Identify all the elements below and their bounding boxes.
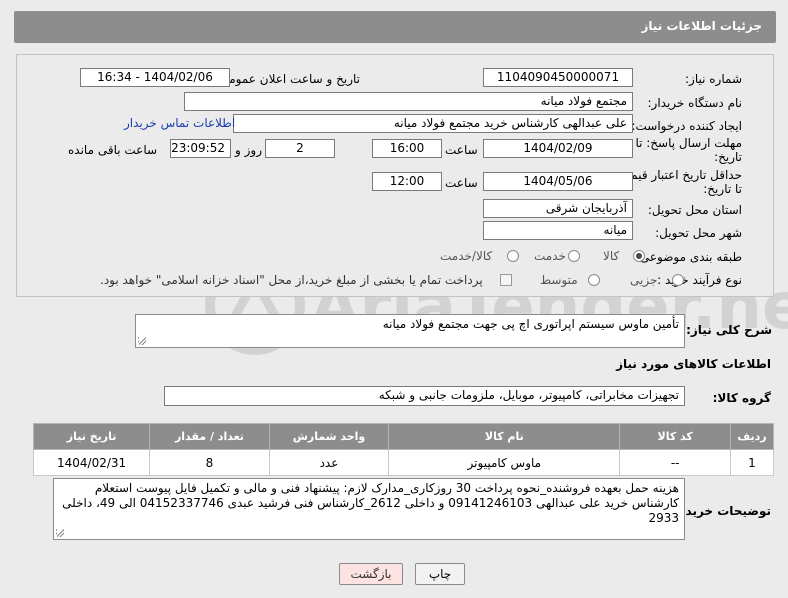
items-table: ردیف کد کالا نام کالا واحد شمارش تعداد /… <box>32 423 775 476</box>
reply-deadline-label-2: تاریخ: <box>714 150 742 164</box>
buyer-notes-textarea[interactable]: هزینه حمل بعهده فروشنده_نحوه پرداخت 30 ر… <box>53 478 685 540</box>
col-header-quantity: تعداد / مقدار <box>149 423 270 450</box>
process-radio-medium[interactable] <box>588 274 600 286</box>
contact-info-link[interactable]: اطلاعات تماس خریدار <box>124 116 235 130</box>
cell-row-num: 1 <box>729 449 775 476</box>
price-validity-label: حداقل تاریخ اعتبار قیمت: <box>615 168 742 182</box>
price-time-label: ساعت <box>445 176 478 190</box>
province-label: استان محل تحویل: <box>647 203 742 217</box>
need-number-field[interactable]: 1104090450000071 <box>483 68 633 87</box>
city-field[interactable]: میانه <box>483 221 633 240</box>
description-label: شرح کلی نیاز: <box>686 323 772 337</box>
price-validity-label-2: تا تاریخ: <box>703 182 742 196</box>
price-date-field[interactable]: 1404/05/06 <box>483 172 633 191</box>
goods-group-field[interactable]: تجهیزات مخابراتی، کامپیوتر، موبایل، ملزو… <box>164 386 685 406</box>
category-radio-goods-service[interactable] <box>507 250 519 262</box>
category-radio-service[interactable] <box>568 250 580 262</box>
payment-note: پرداخت تمام یا بخشی از مبلغ خرید،از محل … <box>100 273 483 287</box>
table-row[interactable]: 1 -- ماوس کامپیوتر عدد 8 1404/02/31 <box>32 449 775 476</box>
city-label: شهر محل تحویل: <box>655 226 742 240</box>
category-label: طبقه بندی موضوعی: <box>635 250 742 264</box>
col-header-unit: واحد شمارش <box>268 423 390 450</box>
cell-name: ماوس کامپیوتر <box>388 449 621 476</box>
requester-field[interactable]: علی عبدالهی کارشناس خرید مجتمع فولاد میا… <box>233 114 633 133</box>
reply-time-field[interactable]: 16:00 <box>372 139 442 158</box>
process-label: نوع فرآیند خرید : <box>657 273 742 287</box>
cell-unit: عدد <box>268 449 390 476</box>
reply-date-field[interactable]: 1404/02/09 <box>483 139 633 158</box>
province-field[interactable]: آذربایجان شرقی <box>483 199 633 218</box>
goods-section-title: اطلاعات کالاهای مورد نیاز <box>616 357 771 371</box>
requester-label: ایجاد کننده درخواست: <box>631 119 742 133</box>
announce-field[interactable]: 1404/02/06 - 16:34 <box>80 68 230 87</box>
back-button[interactable]: بازگشت <box>339 563 403 585</box>
description-text: تأمین ماوس سیستم اپراتوری اچ پی جهت مجتم… <box>382 317 679 331</box>
header-bar: جزئیات اطلاعات نیاز <box>14 11 776 43</box>
description-textarea[interactable]: تأمین ماوس سیستم اپراتوری اچ پی جهت مجتم… <box>135 314 685 348</box>
cell-quantity: 8 <box>149 449 270 476</box>
category-option-goods: کالا <box>603 249 620 263</box>
resize-grip-icon <box>138 337 146 345</box>
page-title: جزئیات اطلاعات نیاز <box>641 19 762 33</box>
col-header-name: نام کالا <box>388 423 621 450</box>
need-number-label: شماره نیاز: <box>685 72 742 86</box>
remaining-time-field[interactable]: 23:09:52 <box>170 139 231 158</box>
category-option-service: خدمت <box>534 249 566 263</box>
buyer-org-field[interactable]: مجتمع فولاد میانه <box>184 92 633 111</box>
col-header-code: کد کالا <box>619 423 731 450</box>
process-option-minor: جزیی <box>630 273 658 287</box>
days-field[interactable]: 2 <box>265 139 335 158</box>
notes-resize-grip-icon <box>56 529 64 537</box>
cell-date: 1404/02/31 <box>32 449 151 476</box>
announce-label: تاریخ و ساعت اعلان عمومی: <box>215 72 360 86</box>
process-radio-minor[interactable] <box>672 274 684 286</box>
cell-code: -- <box>619 449 731 476</box>
reply-time-label: ساعت <box>445 143 478 157</box>
col-header-date: تاریخ نیاز <box>32 423 151 450</box>
treasury-checkbox[interactable] <box>500 274 512 286</box>
category-option-goods-service: کالا/خدمت <box>440 249 493 263</box>
price-time-field[interactable]: 12:00 <box>372 172 442 191</box>
col-header-row-num: ردیف <box>729 423 775 450</box>
process-option-medium: متوسط <box>540 273 578 287</box>
days-label: روز و <box>235 143 262 157</box>
goods-group-label: گروه کالا: <box>712 391 771 405</box>
table-header-row: ردیف کد کالا نام کالا واحد شمارش تعداد /… <box>32 423 775 450</box>
print-button[interactable]: چاپ <box>415 563 465 585</box>
reply-deadline-label: مهلت ارسال پاسخ: تا <box>635 136 742 150</box>
category-radio-goods[interactable] <box>633 250 645 262</box>
buyer-notes-text: هزینه حمل بعهده فروشنده_نحوه پرداخت 30 ر… <box>62 481 679 525</box>
remaining-label: ساعت باقی مانده <box>68 143 158 157</box>
buyer-org-label: نام دستگاه خریدار: <box>647 96 743 110</box>
